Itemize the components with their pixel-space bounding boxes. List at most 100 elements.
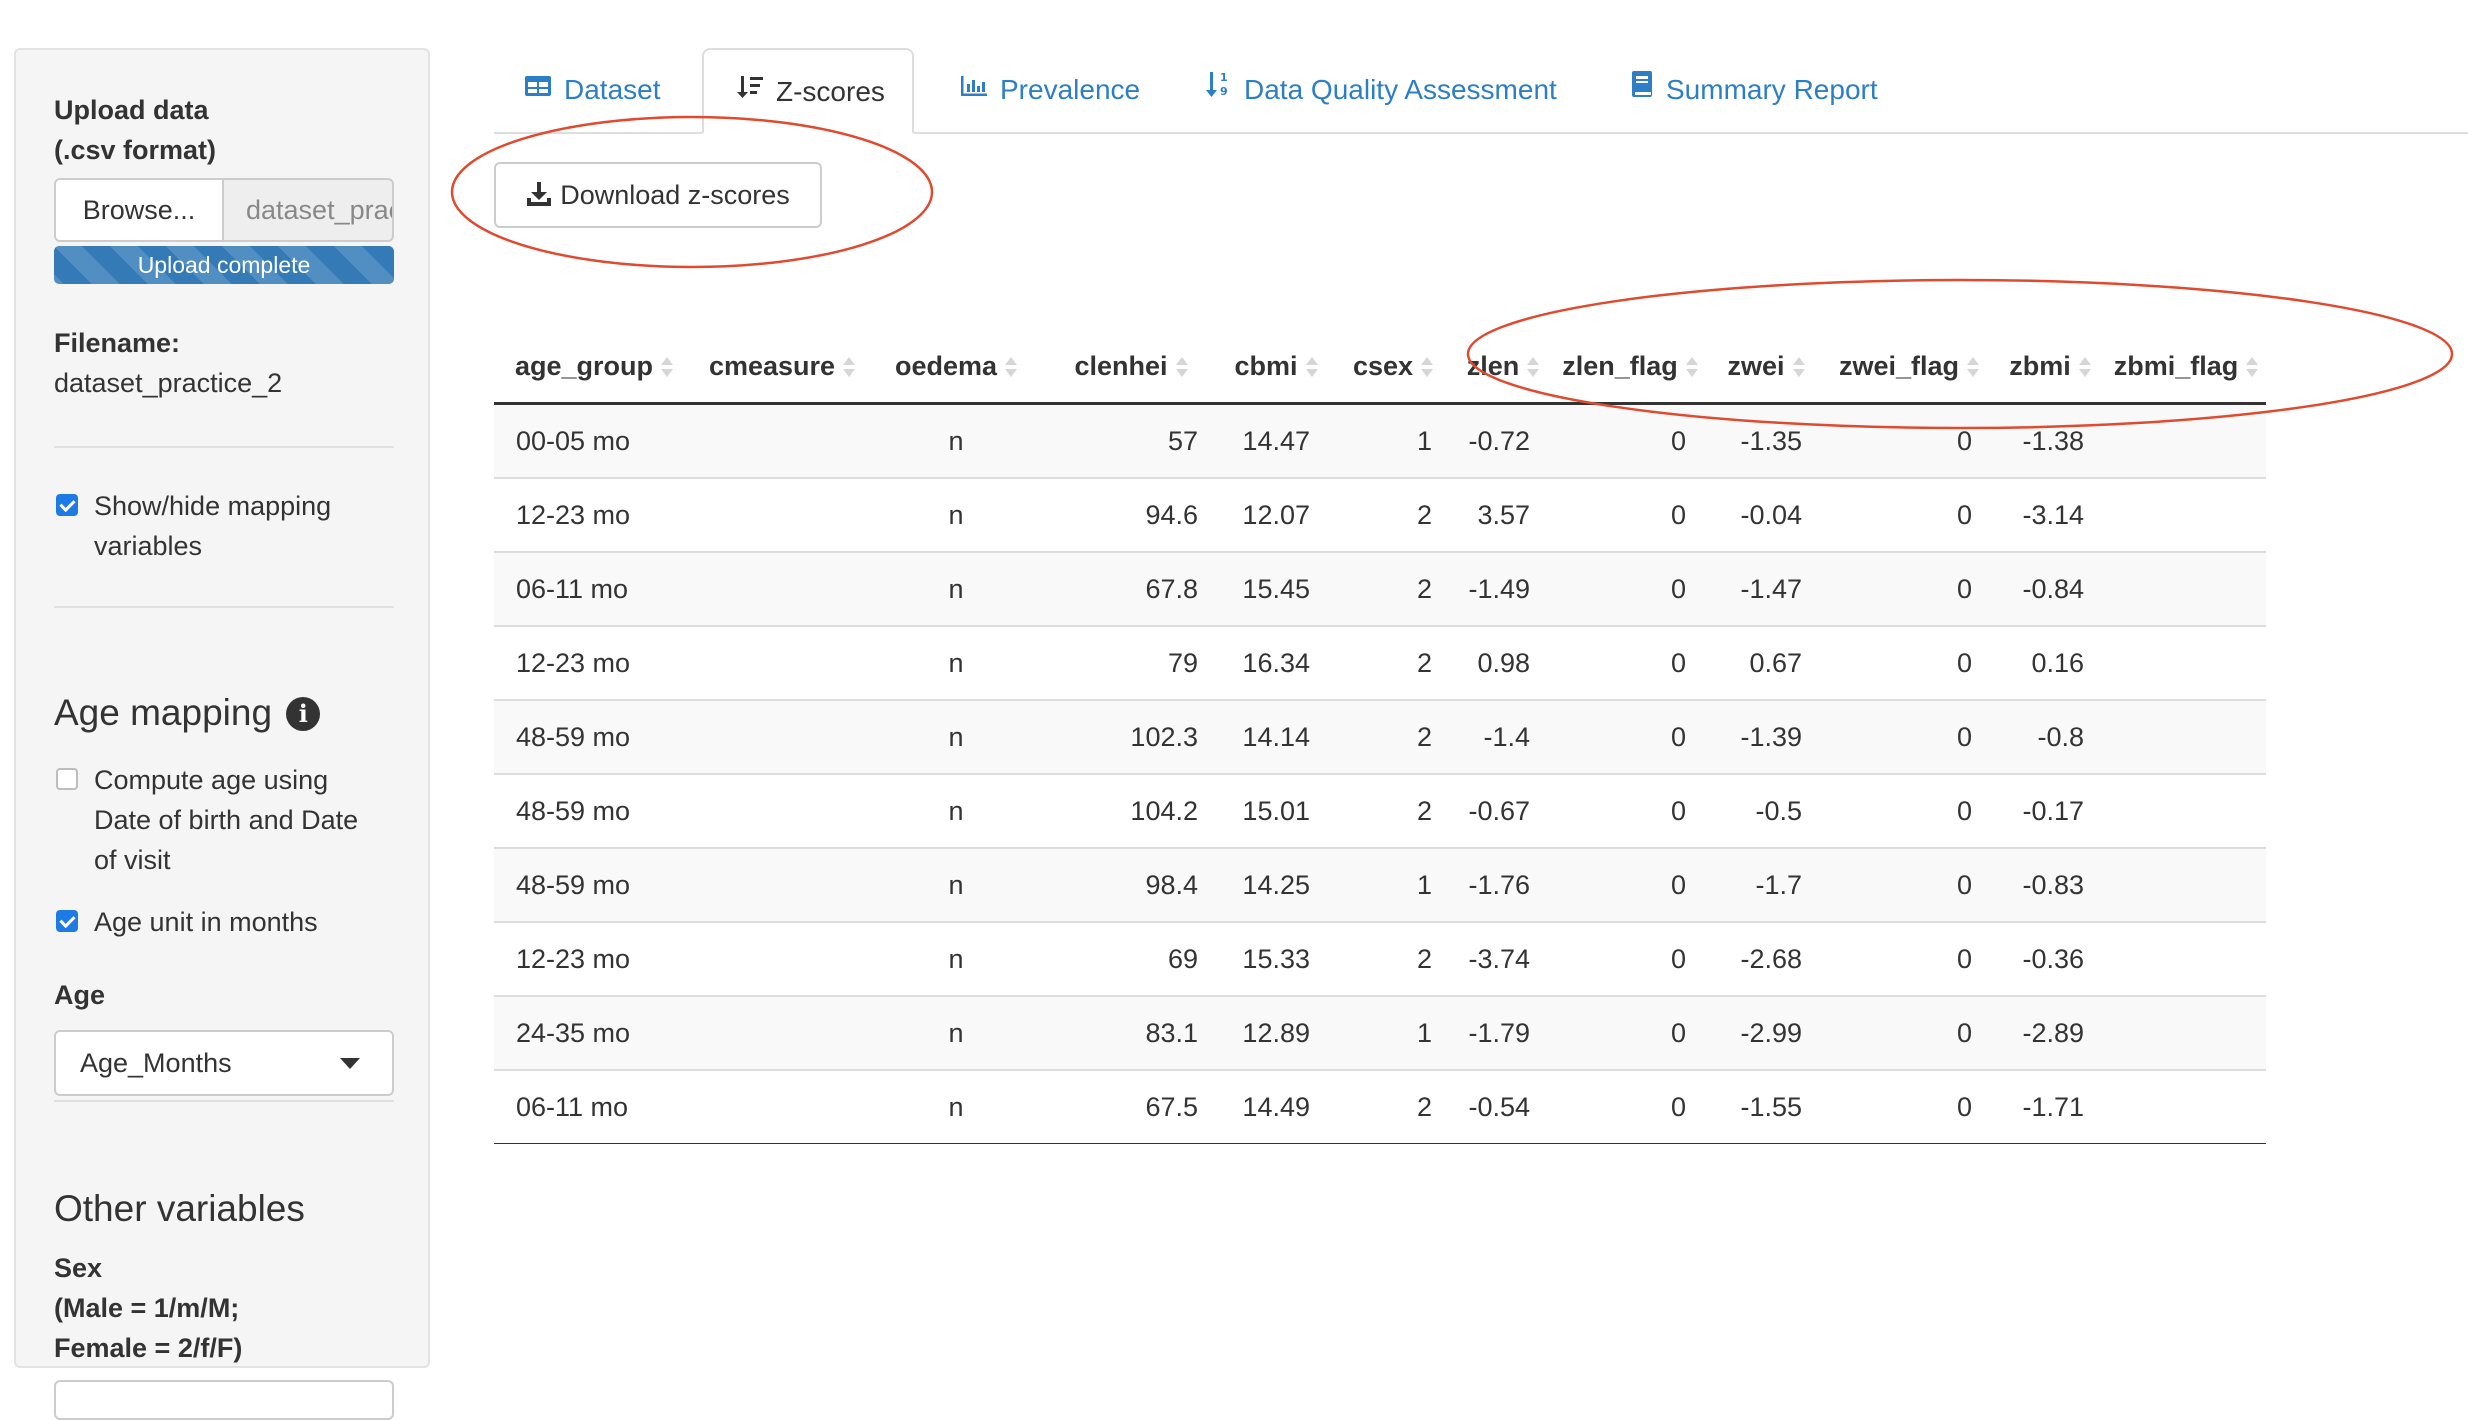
table-cell-csex: 1: [1332, 995, 1454, 1070]
age-select[interactable]: Age_Months: [54, 1030, 394, 1096]
column-header-label: cmeasure: [708, 350, 836, 381]
table-cell-zbmi: -0.83: [1994, 847, 2106, 922]
sex-label: Sex (Male = 1/m/M; Female = 2/f/F): [54, 1248, 394, 1368]
tab-dataset[interactable]: Dataset: [524, 48, 661, 132]
upload-label: Upload data (.csv format): [54, 90, 394, 170]
table-cell-clenhei: 83.1: [1042, 995, 1220, 1070]
svg-text:1: 1: [1220, 71, 1228, 84]
info-icon[interactable]: i: [286, 697, 321, 731]
column-header-label: zwei_flag: [1838, 350, 1960, 381]
sex-select[interactable]: [54, 1380, 394, 1420]
tab-data-quality-assessment-label: Data Quality Assessment: [1244, 74, 1557, 105]
sort-icon[interactable]: [1005, 356, 1018, 377]
table-cell-zwei-flag: 0: [1824, 551, 1994, 626]
sort-icon[interactable]: [1792, 356, 1805, 377]
age-months-checkbox[interactable]: [56, 910, 78, 932]
compute-age-label: Compute age using Date of birth and Date…: [94, 765, 359, 875]
column-header-zbmi-flag[interactable]: zbmi_flag: [2106, 330, 2266, 405]
column-header-label: zwei: [1727, 350, 1785, 381]
divider: [54, 446, 394, 448]
sort-icon[interactable]: [1421, 356, 1434, 377]
column-header-clenhei[interactable]: clenhei: [1042, 330, 1220, 405]
table-cell-zwei: 0.67: [1708, 625, 1824, 700]
table-cell-cmeasure: [694, 402, 870, 478]
browse-button[interactable]: Browse...: [54, 178, 224, 242]
caret-down-icon: [340, 1058, 360, 1069]
table-cell-zbmi: -0.36: [1994, 921, 2106, 996]
table-cell-cbmi: 16.34: [1220, 625, 1332, 700]
tab-data-quality-assessment[interactable]: 19 Data Quality Assessment: [1206, 48, 1557, 132]
table-row: 24-35 mo n 83.1 12.89 1 -1.79 0 -2.99 0 -2.89: [494, 995, 2266, 1070]
column-header-zbmi[interactable]: zbmi: [1994, 330, 2106, 405]
column-header-csex[interactable]: csex: [1332, 330, 1454, 405]
file-name-field[interactable]: dataset_practice_2: [222, 178, 394, 242]
table-cell-zlen-flag: 0: [1552, 477, 1708, 552]
table-cell-zwei: -1.55: [1708, 1069, 1824, 1144]
table-cell-cmeasure: [694, 995, 870, 1070]
upload-progress-bar: Upload complete: [54, 246, 394, 284]
upload-label-line1: Upload data: [54, 95, 209, 125]
table-cell-zbmi-flag: [2106, 477, 2266, 552]
download-button-label: Download z-scores: [560, 180, 790, 210]
table-cell-zwei: -2.68: [1708, 921, 1824, 996]
table-row: 48-59 mo n 102.3 14.14 2 -1.4 0 -1.39 0 -0.8: [494, 699, 2266, 774]
sidebar: Upload data (.csv format) Browse... data…: [14, 48, 430, 1420]
column-header-cmeasure[interactable]: cmeasure: [694, 330, 870, 405]
table-cell-cmeasure: [694, 477, 870, 552]
table-cell-csex: 2: [1332, 1069, 1454, 1144]
table-cell-cbmi: 15.33: [1220, 921, 1332, 996]
z-scores-table: age_group cmeasure oedema clenhei cbmi csex zl…: [494, 330, 2266, 1144]
table-cell-zlen: -1.4: [1454, 699, 1552, 774]
sex-label-line2: (Male = 1/m/M;: [54, 1293, 240, 1323]
age-months-label: Age unit in months: [94, 907, 318, 937]
sort-icon[interactable]: [1305, 356, 1318, 377]
sort-icon[interactable]: [843, 356, 856, 377]
table-cell-zbmi: 0.16: [1994, 625, 2106, 700]
book-icon: [1630, 47, 1654, 131]
show-hide-mapping-checkbox[interactable]: [56, 494, 78, 516]
sort-icon[interactable]: [2246, 356, 2259, 377]
age-months-row[interactable]: Age unit in months: [54, 902, 399, 942]
column-header-age-group[interactable]: age_group: [494, 330, 694, 405]
sort-icon[interactable]: [1685, 356, 1698, 377]
tab-summary-report[interactable]: Summary Report: [1630, 48, 1878, 132]
sort-icon[interactable]: [1175, 356, 1188, 377]
column-header-zwei[interactable]: zwei: [1708, 330, 1824, 405]
table-cell-zwei: -1.35: [1708, 402, 1824, 478]
table-cell-zlen: -0.54: [1454, 1069, 1552, 1144]
download-z-scores-button[interactable]: Download z-scores: [494, 162, 822, 228]
sex-label-line1: Sex: [54, 1253, 103, 1283]
table-cell-oedema: n: [870, 551, 1042, 626]
table-cell-clenhei: 94.6: [1042, 477, 1220, 552]
column-header-zlen-flag[interactable]: zlen_flag: [1552, 330, 1708, 405]
table-row: 00-05 mo n 57 14.47 1 -0.72 0 -1.35 0 -1.38: [494, 402, 2266, 478]
column-header-zlen[interactable]: zlen: [1454, 330, 1552, 405]
table-cell-clenhei: 102.3: [1042, 699, 1220, 774]
sort-icon[interactable]: [2078, 356, 2091, 377]
table-row: 12-23 mo n 79 16.34 2 0.98 0 0.67 0 0.16: [494, 625, 2266, 700]
table-cell-cbmi: 14.25: [1220, 847, 1332, 922]
column-header-oedema[interactable]: oedema: [870, 330, 1042, 405]
table-cell-clenhei: 98.4: [1042, 847, 1220, 922]
file-upload-group: Browse... dataset_practice_2: [54, 178, 394, 242]
compute-age-checkbox[interactable]: [56, 768, 78, 790]
show-hide-mapping-label: Show/hide mapping variables: [94, 491, 332, 561]
table-cell-cmeasure: [694, 551, 870, 626]
table-cell-cmeasure: [694, 847, 870, 922]
sort-icon[interactable]: [661, 356, 674, 377]
table-cell-oedema: n: [870, 995, 1042, 1070]
tab-prevalence[interactable]: Prevalence: [960, 48, 1140, 132]
compute-age-row[interactable]: Compute age using Date of birth and Date…: [54, 760, 399, 880]
table-cell-zbmi-flag: [2106, 995, 2266, 1070]
table-cell-age-group: 12-23 mo: [494, 477, 694, 552]
column-header-zwei-flag[interactable]: zwei_flag: [1824, 330, 1994, 405]
sort-icon[interactable]: [1967, 356, 1980, 377]
show-hide-mapping-row[interactable]: Show/hide mapping variables: [54, 486, 399, 566]
tab-z-scores[interactable]: Z-scores: [702, 48, 914, 134]
sort-icon[interactable]: [1527, 356, 1540, 377]
table-cell-oedema: n: [870, 625, 1042, 700]
table-cell-zwei: -1.39: [1708, 699, 1824, 774]
table-cell-cbmi: 12.89: [1220, 995, 1332, 1070]
column-header-cbmi[interactable]: cbmi: [1220, 330, 1332, 405]
table-cell-age-group: 48-59 mo: [494, 847, 694, 922]
